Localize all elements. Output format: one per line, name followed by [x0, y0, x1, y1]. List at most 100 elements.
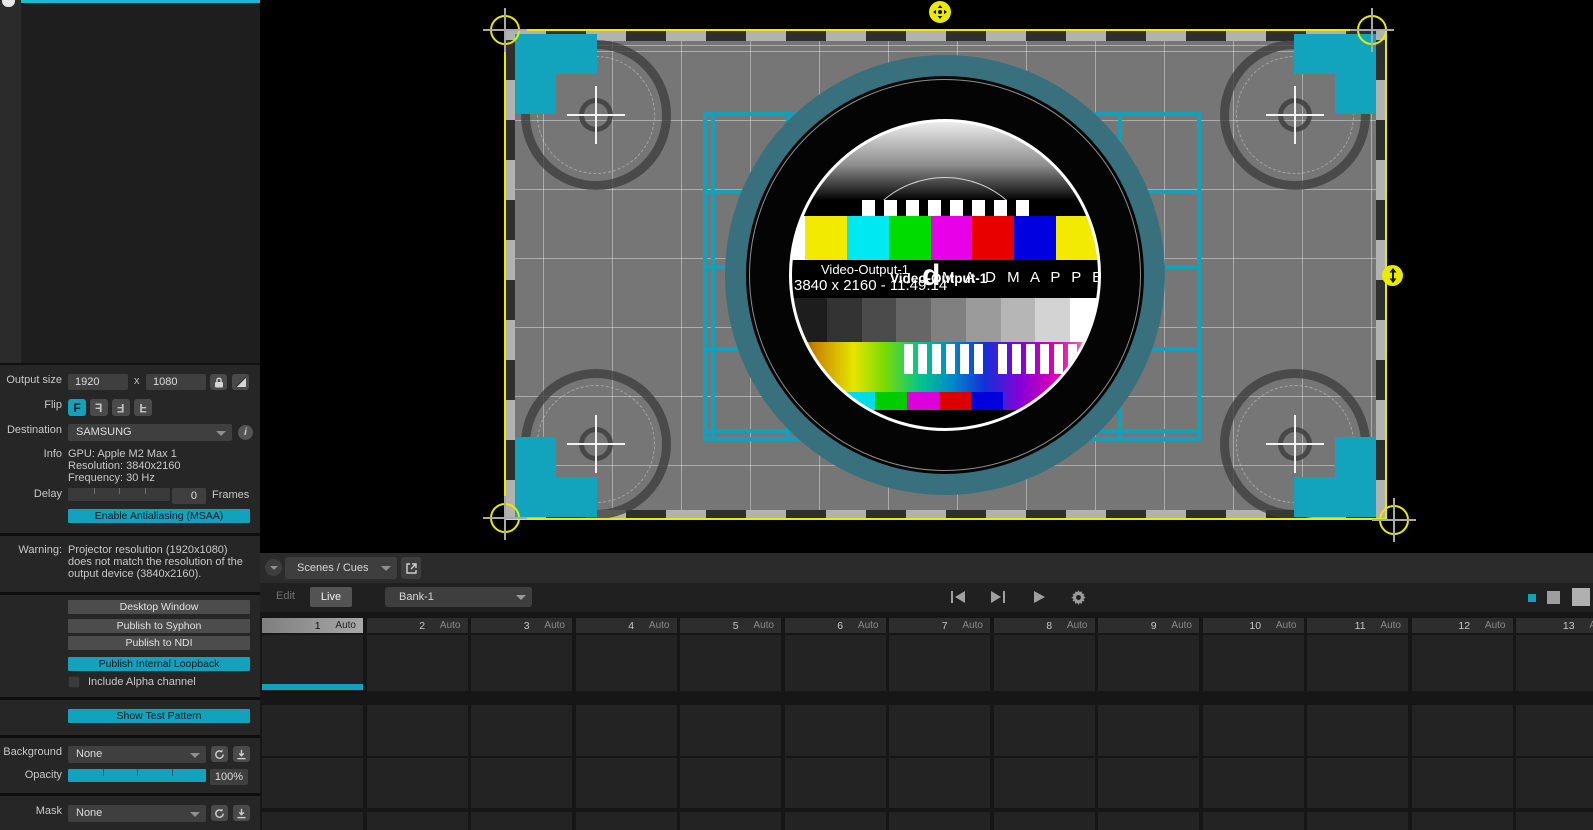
cue-column-header-7[interactable]: 7Auto: [889, 618, 990, 633]
cue-cell[interactable]: [262, 758, 363, 808]
cue-cell[interactable]: [1307, 705, 1408, 756]
publish-ndi-button[interactable]: Publish to NDI: [68, 636, 250, 650]
collapse-panel-button[interactable]: [265, 559, 282, 576]
cell-size-medium-button[interactable]: [1547, 591, 1560, 604]
cue-cell[interactable]: [1307, 635, 1408, 691]
cue-column-header-13[interactable]: 13Auto: [1516, 618, 1593, 633]
cue-cell[interactable]: [1203, 635, 1304, 691]
cue-column-header-2[interactable]: 2Auto: [367, 618, 468, 633]
cue-cell[interactable]: [367, 758, 468, 808]
cue-cell[interactable]: [785, 758, 886, 808]
opacity-value-field[interactable]: 100%: [210, 769, 248, 785]
cue-cell[interactable]: [785, 705, 886, 756]
cell-size-small-button[interactable]: [1528, 594, 1536, 602]
destination-dropdown[interactable]: SAMSUNG: [68, 424, 232, 441]
output-list-area[interactable]: [21, 0, 260, 363]
cue-column-header-11[interactable]: 11Auto: [1307, 618, 1408, 633]
cue-cell[interactable]: [680, 758, 781, 808]
flip-horizontal-button[interactable]: F: [90, 399, 108, 416]
cue-cell[interactable]: [889, 635, 990, 691]
delay-slider[interactable]: [68, 488, 170, 501]
cue-cell[interactable]: [262, 812, 363, 830]
cue-cell[interactable]: [1516, 758, 1593, 808]
cue-cell[interactable]: [1516, 705, 1593, 756]
cue-cell[interactable]: [1412, 758, 1513, 808]
cue-settings-button[interactable]: [1068, 588, 1088, 606]
resize-corner-button[interactable]: [232, 374, 249, 390]
cue-column-header-1[interactable]: 1Auto: [262, 618, 363, 633]
cue-cell[interactable]: [1516, 812, 1593, 830]
cue-cell[interactable]: [1307, 758, 1408, 808]
background-dropdown[interactable]: None: [68, 746, 206, 763]
cue-cell[interactable]: [680, 705, 781, 756]
cue-cell[interactable]: [1203, 705, 1304, 756]
tool-icon[interactable]: [2, 0, 15, 7]
cell-size-large-button[interactable]: [1572, 588, 1590, 606]
mask-dropdown[interactable]: None: [68, 805, 206, 822]
publish-syphon-button[interactable]: Publish to Syphon: [68, 619, 250, 633]
cue-cell[interactable]: [367, 635, 468, 691]
cue-cell[interactable]: [1098, 758, 1199, 808]
cue-cell[interactable]: [1307, 812, 1408, 830]
cue-cell[interactable]: [889, 812, 990, 830]
cue-cell[interactable]: [1412, 705, 1513, 756]
cue-cell[interactable]: [994, 705, 1095, 756]
opacity-slider[interactable]: [68, 769, 206, 782]
cue-cell[interactable]: [576, 705, 677, 756]
cue-cell[interactable]: [889, 758, 990, 808]
cue-cell[interactable]: [471, 812, 572, 830]
cue-cell[interactable]: [680, 635, 781, 691]
skip-to-end-button[interactable]: [988, 588, 1008, 606]
cue-cell[interactable]: [576, 635, 677, 691]
edge-handle-right[interactable]: [1382, 265, 1403, 286]
cue-cell[interactable]: [367, 705, 468, 756]
cue-cell[interactable]: [576, 758, 677, 808]
cue-column-header-8[interactable]: 8Auto: [994, 618, 1095, 633]
cue-column-header-12[interactable]: 12Auto: [1412, 618, 1513, 633]
live-mode-button[interactable]: Live: [310, 587, 352, 607]
flip-none-button[interactable]: F: [68, 399, 86, 416]
cue-cell[interactable]: [994, 758, 1095, 808]
cue-cell[interactable]: [785, 812, 886, 830]
flip-vertical-button[interactable]: F: [134, 399, 152, 416]
cue-column-header-9[interactable]: 9Auto: [1098, 618, 1199, 633]
desktop-window-button[interactable]: Desktop Window: [68, 600, 250, 614]
mask-reload-button[interactable]: [211, 805, 228, 821]
cue-cell[interactable]: [262, 705, 363, 756]
edit-mode-label[interactable]: Edit: [276, 590, 295, 602]
cue-cell[interactable]: [471, 635, 572, 691]
cue-cell[interactable]: [785, 635, 886, 691]
cue-cell[interactable]: [1516, 635, 1593, 691]
delay-value-field[interactable]: 0: [172, 488, 206, 504]
move-handle[interactable]: [929, 1, 951, 23]
publish-internal-loopback-button[interactable]: Publish Internal Loopback: [68, 657, 250, 671]
lock-aspect-button[interactable]: [210, 374, 227, 390]
flip-rotate-button[interactable]: F: [112, 399, 130, 416]
bank-dropdown[interactable]: Bank-1: [385, 587, 532, 607]
output-width-field[interactable]: 1920: [68, 374, 128, 390]
cue-cell[interactable]: [1203, 812, 1304, 830]
cue-cell[interactable]: [1098, 705, 1199, 756]
cue-cell[interactable]: [994, 635, 1095, 691]
cue-cell[interactable]: [994, 812, 1095, 830]
play-button[interactable]: [1029, 588, 1049, 606]
background-reload-button[interactable]: [211, 746, 228, 762]
cue-column-header-6[interactable]: 6Auto: [785, 618, 886, 633]
cue-cell[interactable]: [680, 812, 781, 830]
background-import-button[interactable]: [233, 746, 250, 762]
cue-cell[interactable]: [367, 812, 468, 830]
cue-cell[interactable]: [1412, 812, 1513, 830]
cue-column-header-10[interactable]: 10Auto: [1203, 618, 1304, 633]
cue-column-header-5[interactable]: 5Auto: [680, 618, 781, 633]
cue-cell[interactable]: [1203, 758, 1304, 808]
cue-cell[interactable]: [471, 758, 572, 808]
enable-antialiasing-button[interactable]: Enable Antialiasing (MSAA): [68, 509, 250, 523]
info-button[interactable]: i: [238, 425, 253, 440]
cue-column-header-3[interactable]: 3Auto: [471, 618, 572, 633]
panel-mode-dropdown[interactable]: Scenes / Cues: [285, 557, 397, 579]
mask-import-button[interactable]: [233, 805, 250, 821]
include-alpha-checkbox[interactable]: [68, 676, 80, 688]
output-preview-canvas[interactable]: Video-Output-1 3840 x 2160 - 11:49:14 Vi…: [260, 0, 1593, 553]
cue-cell[interactable]: [889, 705, 990, 756]
show-test-pattern-button[interactable]: Show Test Pattern: [68, 709, 250, 723]
